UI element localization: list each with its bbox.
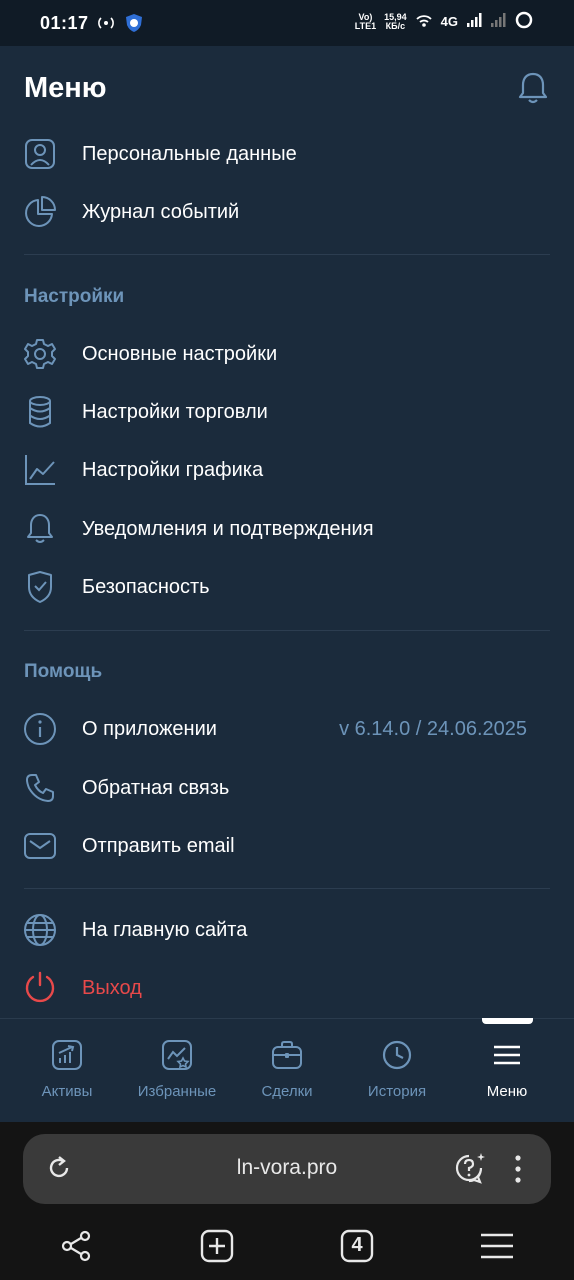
mail-icon (22, 828, 58, 864)
hamburger-icon (491, 1039, 523, 1071)
active-tab-indicator (482, 1018, 533, 1024)
status-bar: 01:17 Vo) LTE1 15,94 КБ/с 4G (0, 0, 574, 46)
tab-favorites[interactable]: Избранные (122, 1019, 232, 1123)
menu-item-label: Обратная связь (82, 776, 230, 799)
tab-label: Избранные (137, 1083, 217, 1100)
shield-check-icon (22, 569, 58, 605)
menu-item-label: О приложении (82, 717, 217, 740)
power-icon (22, 970, 58, 1006)
network-type: 4G (440, 14, 458, 29)
menu-item-send-email[interactable]: Отправить email (0, 820, 574, 872)
browser-menu-icon[interactable] (477, 1226, 517, 1266)
menu-item-label: Настройки графика (82, 458, 264, 481)
more-options-icon[interactable] (511, 1154, 525, 1189)
section-title-settings: Настройки (24, 286, 125, 307)
globe-icon (22, 912, 58, 948)
browser-toolbar: ln-vora.pro 4 (0, 1122, 574, 1280)
bell-icon (22, 511, 58, 547)
pie-chart-icon (22, 194, 58, 230)
menu-item-label: Безопасность (82, 575, 210, 598)
section-title-help: Помощь (24, 661, 103, 682)
menu-item-homepage[interactable]: На главную сайта (0, 904, 574, 956)
phone-icon (22, 770, 58, 806)
menu-item-personal-data[interactable]: Персональные данные (0, 128, 574, 180)
line-chart-icon (22, 452, 58, 488)
menu-item-label: Уведомления и подтверждения (82, 517, 374, 540)
signal-icon (466, 12, 482, 31)
hotspot-icon (96, 15, 116, 36)
wifi-icon (415, 12, 433, 31)
tab-label: Меню (486, 1083, 528, 1100)
menu-item-label: Настройки торговли (82, 400, 268, 423)
menu-item-label: Журнал событий (82, 200, 240, 223)
tab-history[interactable]: История (342, 1019, 452, 1123)
assistant-help-icon[interactable] (453, 1151, 487, 1190)
gear-icon (22, 336, 58, 372)
menu-item-logout[interactable]: Выход (0, 962, 574, 1014)
bottom-tab-bar: Активы Избранные Сделки История Меню (0, 1018, 574, 1123)
menu-item-security[interactable]: Безопасность (0, 561, 574, 613)
user-portrait-icon (22, 136, 58, 172)
coin-stack-icon (22, 394, 58, 430)
assets-chart-icon (51, 1039, 83, 1071)
menu-item-label: Отправить email (82, 834, 235, 857)
menu-item-about[interactable]: О приложении v 6.14.0 / 24.06.2025 (0, 703, 574, 755)
tab-count: 4 (351, 1234, 363, 1256)
tab-assets[interactable]: Активы (12, 1019, 122, 1123)
clock-icon (381, 1039, 413, 1071)
menu-item-label: Выход (82, 976, 142, 999)
app-screen: Меню Персональные данные Журнал событий … (0, 46, 574, 1123)
menu-item-label: Персональные данные (82, 142, 297, 165)
tab-label: Активы (41, 1083, 93, 1100)
menu-item-general-settings[interactable]: Основные настройки (0, 328, 574, 380)
divider (24, 630, 550, 631)
page-title: Меню (24, 72, 107, 104)
tab-label: История (367, 1083, 427, 1100)
signal-2-icon (490, 12, 506, 31)
briefcase-icon (271, 1039, 303, 1071)
battery-icon (514, 10, 534, 33)
tab-label: Сделки (261, 1083, 313, 1100)
divider (24, 254, 550, 255)
menu-item-chart-settings[interactable]: Настройки графика (0, 444, 574, 496)
menu-item-label: Основные настройки (82, 342, 278, 365)
status-time: 01:17 (40, 13, 89, 33)
favorites-chart-icon (161, 1039, 193, 1071)
menu-item-event-log[interactable]: Журнал событий (0, 186, 574, 238)
menu-item-label: На главную сайта (82, 918, 248, 941)
divider (24, 888, 550, 889)
tab-menu[interactable]: Меню (452, 1019, 562, 1123)
menu-item-trading-settings[interactable]: Настройки торговли (0, 386, 574, 438)
address-bar[interactable]: ln-vora.pro (23, 1134, 551, 1204)
app-version: v 6.14.0 / 24.06.2025 (339, 717, 527, 740)
info-icon (22, 711, 58, 747)
net-speed: 15,94 КБ/с (384, 11, 407, 31)
bell-icon[interactable] (516, 70, 550, 111)
new-tab-icon[interactable] (197, 1226, 237, 1266)
menu-item-notifications[interactable]: Уведомления и подтверждения (0, 503, 574, 555)
share-icon[interactable] (56, 1226, 96, 1266)
menu-item-feedback[interactable]: Обратная связь (0, 762, 574, 814)
app-shield-icon (124, 13, 144, 38)
tab-deals[interactable]: Сделки (232, 1019, 342, 1123)
tabs-counter-button[interactable]: 4 (337, 1226, 377, 1266)
volte-indicator: Vo) LTE1 (354, 11, 377, 31)
